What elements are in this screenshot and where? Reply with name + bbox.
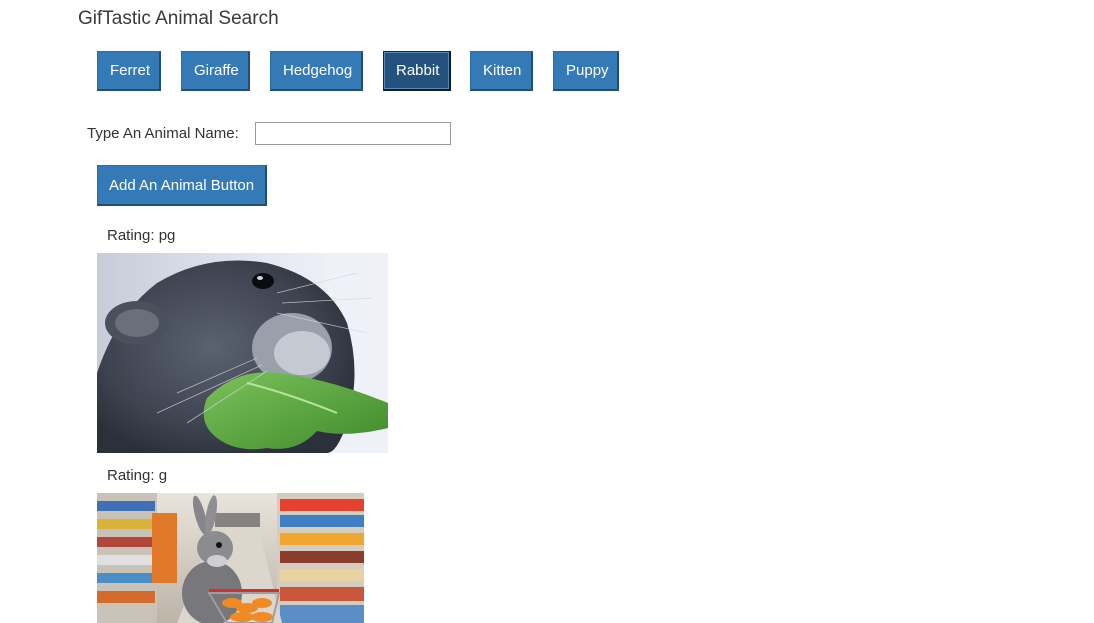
rabbit-shopping-cart-gif[interactable]: [97, 493, 364, 623]
rabbit-eating-lettuce-gif[interactable]: [97, 253, 388, 453]
animal-button-hedgehog[interactable]: Hedgehog: [270, 51, 363, 91]
animal-button-kitten[interactable]: Kitten: [470, 51, 533, 91]
rabbit-lettuce-image: [97, 253, 388, 453]
gif-rating: Rating: pg: [107, 227, 176, 244]
animal-button-giraffe[interactable]: Giraffe: [181, 51, 250, 91]
gif-rating: Rating: g: [107, 467, 168, 484]
rabbit-cart-image: [97, 493, 364, 623]
animal-name-input[interactable]: [255, 122, 451, 145]
animal-button-puppy[interactable]: Puppy: [553, 51, 619, 91]
animal-button-ferret[interactable]: Ferret: [97, 51, 161, 91]
page-title: GifTastic Animal Search: [78, 8, 279, 29]
animal-name-label: Type An Animal Name:: [87, 125, 239, 142]
add-animal-button[interactable]: Add An Animal Button: [97, 165, 268, 206]
animal-button-rabbit[interactable]: Rabbit: [383, 51, 451, 91]
